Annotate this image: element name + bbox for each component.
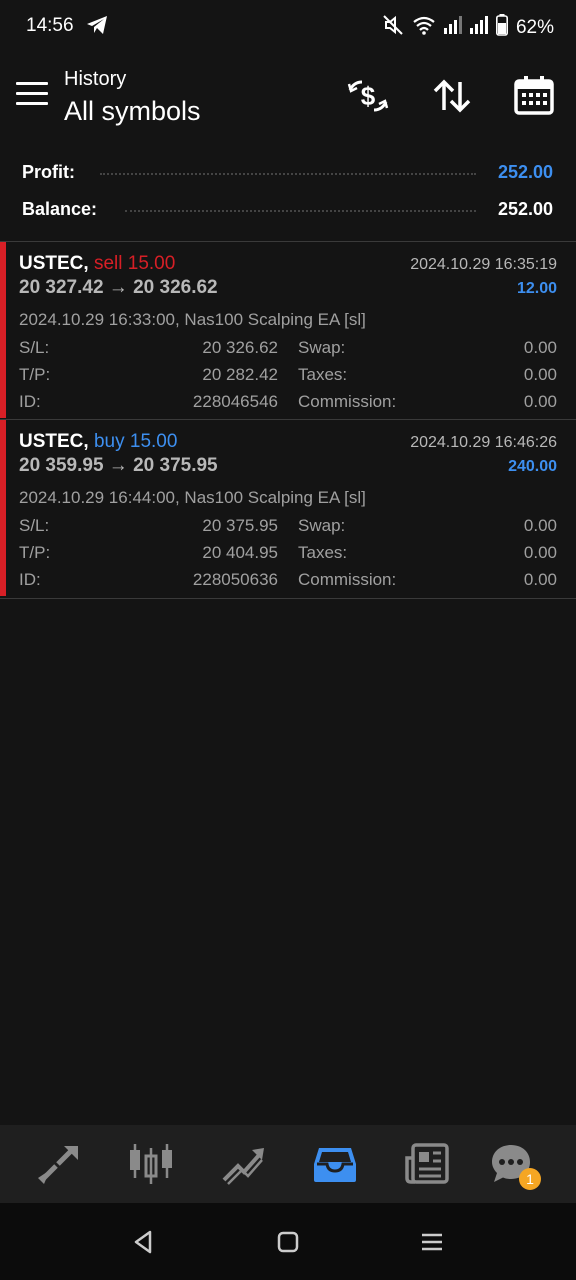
balance-value: 252.00 [489,199,553,220]
profit-label: Profit: [22,162,83,183]
deal-item[interactable]: USTEC, sell 15.00 20 327.42 → 20 326.62 … [0,241,576,420]
mute-icon [382,14,404,41]
swap-label: Swap: [298,516,346,535]
deal-profit: 12.00 [516,280,557,297]
svg-text:$: $ [361,81,376,111]
deal-side: sell 15.00 [93,253,176,274]
chat-icon[interactable]: 1 [489,1142,541,1190]
commission-value: 0.00 [523,570,557,589]
bottom-nav: 1 [0,1125,576,1203]
taxes-value: 0.00 [523,365,557,384]
balance-label: Balance: [22,199,106,220]
tp-label: T/P: [19,365,51,384]
id-label: ID: [19,392,41,411]
menu-icon[interactable] [16,82,48,108]
sl-value: 20 375.95 [202,516,278,535]
status-time: 14:56 [26,15,74,36]
id-value: 228046546 [192,392,278,411]
profit-value: 252.00 [489,162,553,183]
sl-label: S/L: [19,338,50,357]
deal-color-bar [0,420,6,596]
deal-comment: 2024.10.29 16:33:00, Nas100 Scalping EA … [19,310,366,329]
sort-icon[interactable] [430,74,474,118]
deal-close-time: 2024.10.29 16:46:26 [410,434,557,451]
id-label: ID: [19,570,41,589]
page-title[interactable]: All symbols [64,96,201,127]
deal-side: buy 15.00 [93,431,178,452]
telegram-icon [86,15,108,40]
header-subtitle: History [64,68,127,90]
chart-icon[interactable] [127,1142,175,1186]
taxes-value: 0.00 [523,543,557,562]
dotted-leader [100,173,476,175]
id-value: 228050636 [192,570,278,589]
status-bar: 14:56 62% [0,0,576,52]
deal-profit: 240.00 [508,458,557,475]
commission-label: Commission: [298,570,397,589]
signal-icon-1 [443,16,462,39]
commission-label: Commission: [298,392,397,411]
deal-symbol: USTEC, [19,431,89,452]
news-icon[interactable] [403,1142,451,1186]
summary-section: Profit: 252.00 Balance: 252.00 [0,154,576,228]
commission-value: 0.00 [523,392,557,411]
deal-symbol: USTEC, [19,253,89,274]
recents-icon[interactable] [417,1227,447,1257]
deal-symbol-line: USTEC, sell 15.00 [19,253,175,275]
swap-label: Swap: [298,338,346,357]
home-icon[interactable] [273,1227,303,1257]
taxes-label: Taxes: [298,365,348,384]
battery-icon [495,14,508,41]
tp-value: 20 404.95 [202,543,278,562]
history-icon[interactable] [311,1142,359,1186]
back-icon[interactable] [128,1227,158,1257]
deal-close-time: 2024.10.29 16:35:19 [410,256,557,273]
system-nav-bar [0,1203,576,1280]
profit-row: Profit: 252.00 [0,154,576,191]
swap-value: 0.00 [523,516,557,535]
swap-value: 0.00 [523,338,557,357]
balance-row: Balance: 252.00 [0,191,576,228]
deal-comment: 2024.10.29 16:44:00, Nas100 Scalping EA … [19,488,366,507]
quotes-icon[interactable] [34,1142,82,1186]
taxes-label: Taxes: [298,543,348,562]
deal-color-bar [0,242,6,418]
wifi-icon [412,15,436,40]
deal-symbol-line: USTEC, buy 15.00 [19,431,177,453]
deal-prices: 20 359.95 → 20 375.95 [19,455,218,476]
sl-label: S/L: [19,516,50,535]
tp-value: 20 282.42 [202,365,278,384]
chat-badge: 1 [519,1168,541,1190]
battery-percent: 62% [515,16,554,38]
deal-item[interactable]: USTEC, buy 15.00 20 359.95 → 20 375.95 2… [0,419,576,599]
tp-label: T/P: [19,543,51,562]
sl-value: 20 326.62 [202,338,278,357]
currency-exchange-icon[interactable]: $ [346,74,390,118]
calendar-icon[interactable] [512,74,556,118]
trade-icon[interactable] [220,1142,268,1186]
signal-icon-2 [469,16,488,39]
deal-prices: 20 327.42 → 20 326.62 [19,277,218,298]
app-header: History All symbols $ [0,52,576,142]
dotted-leader [125,210,476,212]
